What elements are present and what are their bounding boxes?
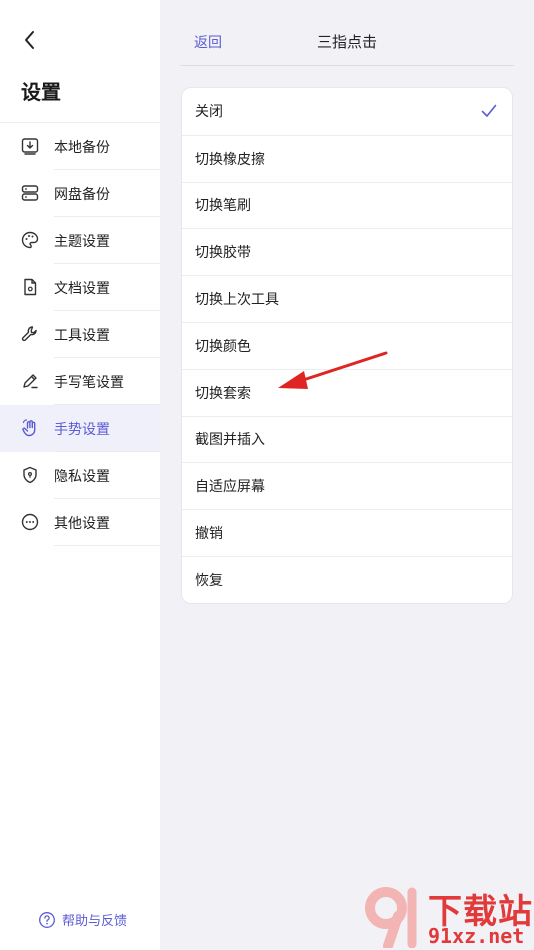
watermark-url: 91xz.net	[428, 924, 525, 948]
sidebar-item-cloud-backup[interactable]: 网盘备份	[0, 170, 160, 217]
more-icon	[20, 512, 40, 532]
sidebar-item-document[interactable]: 文档设置	[0, 264, 160, 311]
cloud-backup-icon	[20, 183, 40, 203]
sidebar-item-tools[interactable]: 工具设置	[0, 311, 160, 358]
option-last-tool[interactable]: 切换上次工具	[182, 275, 512, 322]
option-label: 关闭	[195, 104, 223, 121]
sidebar-menu: 本地备份 网盘备份 主题设置 文档设置 工具设置 手写笔设置 手势设置 隐私设置…	[0, 122, 160, 546]
sidebar-item-label: 主题设置	[54, 233, 110, 250]
sidebar-item-gesture[interactable]: 手势设置	[0, 405, 160, 452]
option-fit-screen[interactable]: 自适应屏幕	[182, 462, 512, 509]
sidebar-item-label: 文档设置	[54, 280, 110, 297]
option-undo[interactable]: 撤销	[182, 509, 512, 556]
option-label: 自适应屏幕	[195, 479, 265, 496]
watermark-logo-icon	[365, 887, 417, 948]
document-icon	[20, 277, 40, 297]
wrench-icon	[20, 324, 40, 344]
sidebar-item-theme[interactable]: 主题设置	[0, 217, 160, 264]
sidebar-item-label: 隐私设置	[54, 468, 110, 485]
page-title: 三指点击	[316, 33, 377, 51]
option-label: 切换套索	[195, 385, 251, 402]
sidebar-item-label: 本地备份	[54, 139, 110, 156]
help-icon	[39, 911, 55, 928]
option-off[interactable]: 关闭	[182, 88, 512, 135]
option-label: 切换橡皮擦	[195, 151, 265, 168]
pen-icon	[20, 371, 40, 391]
sidebar-item-label: 网盘备份	[54, 186, 110, 203]
option-label: 切换胶带	[195, 245, 251, 262]
option-color[interactable]: 切换颜色	[182, 321, 512, 369]
sidebar-item-label: 工具设置	[54, 327, 110, 344]
local-backup-icon	[20, 136, 40, 156]
shield-icon	[20, 465, 40, 485]
hand-gesture-icon	[20, 418, 40, 438]
sidebar-item-local-backup[interactable]: 本地备份	[0, 123, 160, 170]
sidebar-item-label: 手写笔设置	[54, 374, 124, 391]
main-header: 返回 三指点击	[180, 0, 514, 66]
sidebar-title: 设置	[21, 80, 61, 104]
option-label: 切换上次工具	[195, 292, 279, 309]
option-redo[interactable]: 恢复	[182, 555, 512, 603]
sidebar-item-label: 手势设置	[54, 421, 110, 438]
sidebar-item-label: 其他设置	[54, 515, 110, 532]
option-screenshot-insert[interactable]: 截图并插入	[182, 415, 512, 463]
option-label: 截图并插入	[195, 432, 265, 449]
sidebar: 设置 本地备份 网盘备份 主题设置 文档设置 工具设置 手写笔设置 手势设置 隐…	[0, 0, 160, 950]
checkmark-icon	[481, 104, 497, 117]
option-label: 切换颜色	[195, 338, 251, 355]
option-brush[interactable]: 切换笔刷	[182, 181, 512, 229]
help-feedback-link[interactable]: 帮助与反馈	[38, 910, 127, 929]
option-tape[interactable]: 切换胶带	[182, 228, 512, 275]
back-arrow-icon[interactable]	[18, 28, 42, 52]
help-feedback-label: 帮助与反馈	[62, 914, 128, 929]
sidebar-item-privacy[interactable]: 隐私设置	[0, 452, 160, 499]
option-label: 切换笔刷	[195, 198, 251, 215]
option-label: 恢复	[195, 572, 223, 589]
palette-icon	[20, 230, 40, 250]
option-list: 关闭 切换橡皮擦 切换笔刷 切换胶带 切换上次工具 切换颜色 切换套索 截图并插…	[181, 87, 513, 604]
sidebar-item-stylus[interactable]: 手写笔设置	[0, 358, 160, 405]
option-lasso[interactable]: 切换套索	[182, 368, 512, 416]
option-eraser[interactable]: 切换橡皮擦	[182, 134, 512, 182]
watermark: 下载站 91xz.net	[362, 882, 534, 950]
sidebar-item-other[interactable]: 其他设置	[0, 499, 160, 546]
option-label: 撤销	[195, 526, 223, 543]
